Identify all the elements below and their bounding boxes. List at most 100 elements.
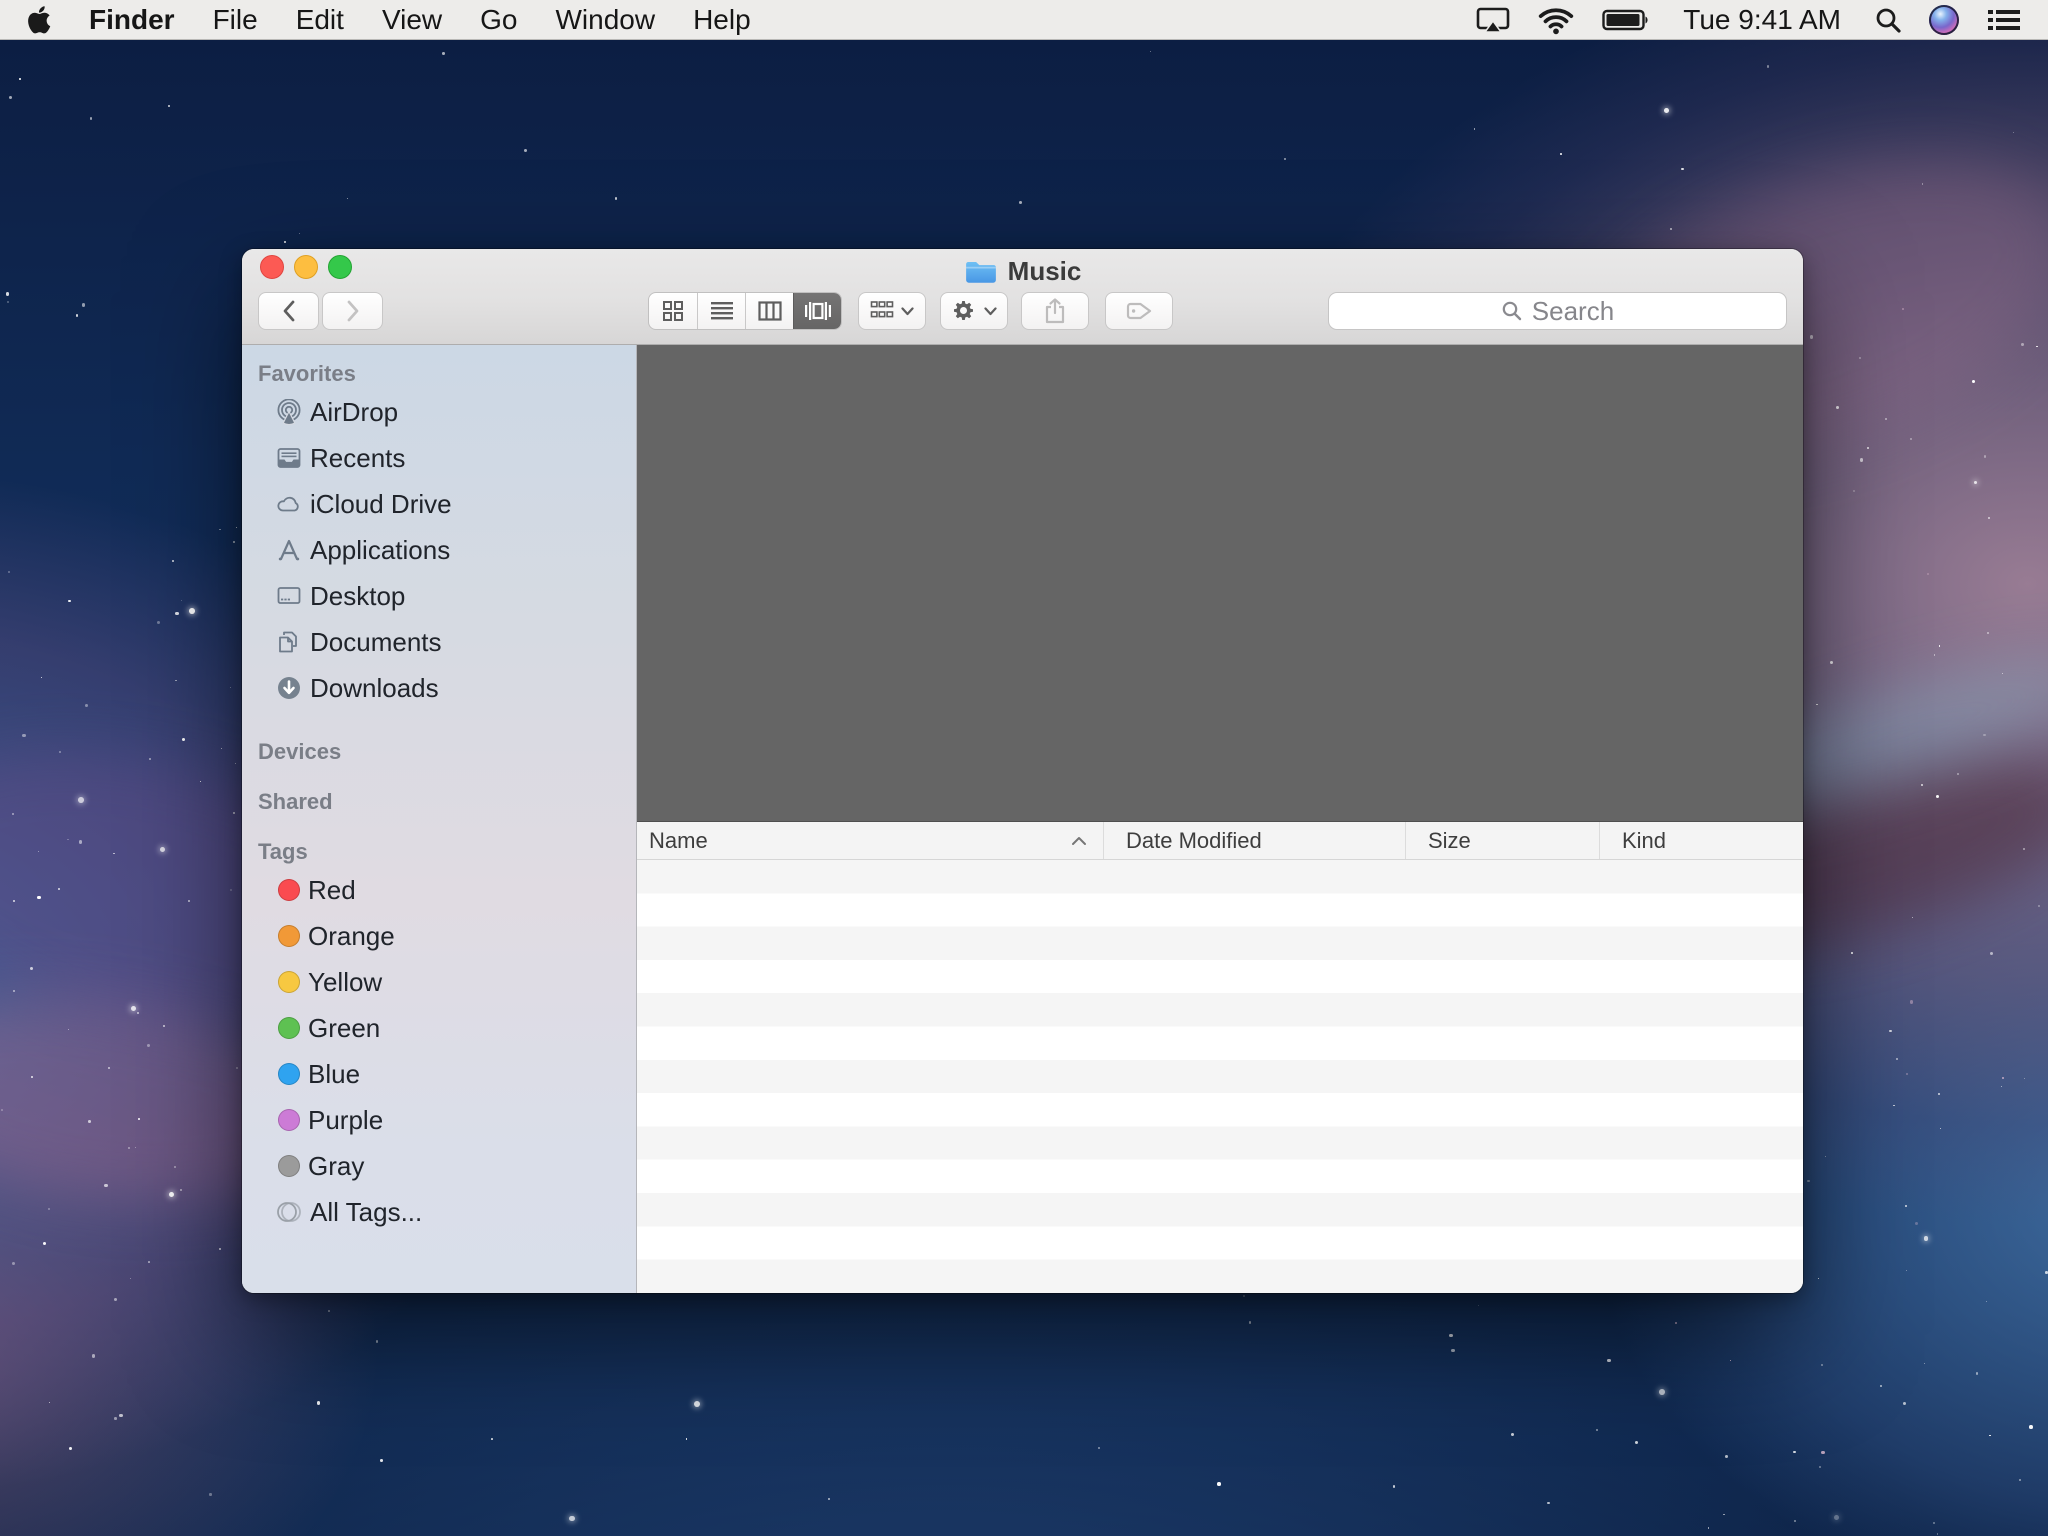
menu-item-edit[interactable]: Edit bbox=[277, 0, 363, 39]
gear-icon bbox=[952, 299, 976, 323]
column-label: Name bbox=[649, 828, 708, 854]
sidebar-item-label: Desktop bbox=[310, 581, 405, 612]
window-title-area: Music bbox=[242, 253, 1803, 289]
tag-label: Orange bbox=[308, 921, 395, 952]
grid-view-icon bbox=[662, 300, 684, 322]
downloads-icon bbox=[276, 675, 302, 701]
chevron-left-icon bbox=[282, 300, 296, 322]
sidebar-section-devices: Devices bbox=[242, 737, 636, 767]
tag-dot-yellow bbox=[278, 971, 300, 993]
coverflow-pane bbox=[637, 345, 1803, 822]
sidebar-item-icloud-drive[interactable]: iCloud Drive bbox=[242, 481, 636, 527]
tag-dot-green bbox=[278, 1017, 300, 1039]
menu-item-view[interactable]: View bbox=[363, 0, 461, 39]
sidebar-item-tag-blue[interactable]: Blue bbox=[242, 1051, 636, 1097]
tag-dot-orange bbox=[278, 925, 300, 947]
tag-dot-blue bbox=[278, 1063, 300, 1085]
sidebar-item-tag-yellow[interactable]: Yellow bbox=[242, 959, 636, 1005]
tag-label: Red bbox=[308, 875, 356, 906]
sidebar-item-label: Downloads bbox=[310, 673, 439, 704]
apple-icon bbox=[26, 5, 52, 35]
tag-dot-gray bbox=[278, 1155, 300, 1177]
siri-orb bbox=[1929, 5, 1959, 35]
notification-center-icon[interactable] bbox=[1986, 0, 2022, 39]
toolbar: Search bbox=[258, 292, 1787, 330]
sidebar: Favorites AirDrop bbox=[242, 345, 637, 1293]
view-icon-button[interactable] bbox=[649, 293, 697, 329]
menu-item-finder[interactable]: Finder bbox=[70, 0, 194, 39]
sidebar-item-airdrop[interactable]: AirDrop bbox=[242, 389, 636, 435]
applications-icon bbox=[276, 537, 302, 563]
menu-bar: Finder File Edit View Go Window Help bbox=[0, 0, 2048, 40]
tag-label: Purple bbox=[308, 1105, 383, 1136]
column-header-date-modified[interactable]: Date Modified bbox=[1103, 822, 1405, 859]
tag-label: All Tags... bbox=[310, 1197, 422, 1228]
menu-item-help[interactable]: Help bbox=[674, 0, 770, 39]
column-header-size[interactable]: Size bbox=[1405, 822, 1599, 859]
column-label: Date Modified bbox=[1126, 828, 1262, 854]
sidebar-item-tag-red[interactable]: Red bbox=[242, 867, 636, 913]
sidebar-section-shared: Shared bbox=[242, 787, 636, 817]
sidebar-item-desktop[interactable]: Desktop bbox=[242, 573, 636, 619]
sidebar-item-tag-gray[interactable]: Gray bbox=[242, 1143, 636, 1189]
airplay-display-icon[interactable] bbox=[1476, 0, 1510, 39]
search-placeholder: Search bbox=[1532, 296, 1614, 327]
sidebar-section-favorites: Favorites bbox=[242, 359, 636, 389]
view-columns-button[interactable] bbox=[745, 293, 793, 329]
menubar-clock[interactable]: Tue 9:41 AM bbox=[1677, 4, 1847, 36]
sidebar-item-tag-orange[interactable]: Orange bbox=[242, 913, 636, 959]
forward-button[interactable] bbox=[322, 292, 383, 330]
sidebar-item-downloads[interactable]: Downloads bbox=[242, 665, 636, 711]
list-header: Name Date Modified Size Kind bbox=[637, 822, 1803, 860]
tag-button[interactable] bbox=[1105, 292, 1173, 330]
battery-icon[interactable] bbox=[1602, 0, 1650, 39]
main-content: Name Date Modified Size Kind bbox=[637, 345, 1803, 1293]
tag-dot-red bbox=[278, 879, 300, 901]
wifi-icon[interactable] bbox=[1537, 0, 1575, 39]
finder-window: Music bbox=[242, 249, 1803, 1293]
sidebar-item-label: iCloud Drive bbox=[310, 489, 452, 520]
menu-bar-left: Finder File Edit View Go Window Help bbox=[0, 0, 770, 39]
airdrop-icon bbox=[276, 399, 302, 425]
search-input[interactable]: Search bbox=[1328, 292, 1787, 330]
column-header-name[interactable]: Name bbox=[637, 822, 1103, 859]
sidebar-item-documents[interactable]: Documents bbox=[242, 619, 636, 665]
back-button[interactable] bbox=[258, 292, 319, 330]
column-header-kind[interactable]: Kind bbox=[1599, 822, 1803, 859]
view-segmented-control bbox=[648, 292, 842, 330]
view-coverflow-button[interactable] bbox=[793, 293, 841, 329]
siri-icon[interactable] bbox=[1929, 0, 1959, 39]
menu-item-window[interactable]: Window bbox=[536, 0, 674, 39]
search-icon bbox=[1501, 300, 1523, 322]
sidebar-item-label: Documents bbox=[310, 627, 442, 658]
sort-ascending-icon bbox=[1071, 836, 1087, 846]
list-view-icon bbox=[710, 300, 734, 322]
sidebar-item-tag-green[interactable]: Green bbox=[242, 1005, 636, 1051]
column-label: Size bbox=[1428, 828, 1471, 854]
menu-item-file[interactable]: File bbox=[194, 0, 277, 39]
spotlight-icon[interactable] bbox=[1874, 0, 1902, 39]
icloud-icon bbox=[276, 491, 302, 517]
sidebar-item-label: AirDrop bbox=[310, 397, 398, 428]
group-icon bbox=[870, 300, 894, 322]
sidebar-item-all-tags[interactable]: All Tags... bbox=[242, 1189, 636, 1235]
list-rows bbox=[637, 860, 1803, 1293]
sidebar-item-label: Applications bbox=[310, 535, 450, 566]
window-title: Music bbox=[1008, 256, 1082, 287]
menu-bar-status: Tue 9:41 AM bbox=[1476, 0, 2048, 39]
group-button[interactable] bbox=[858, 292, 926, 330]
menu-item-go[interactable]: Go bbox=[461, 0, 536, 39]
apple-menu[interactable] bbox=[8, 0, 70, 39]
desktop-icon bbox=[276, 583, 302, 609]
sidebar-item-tag-purple[interactable]: Purple bbox=[242, 1097, 636, 1143]
action-button[interactable] bbox=[940, 292, 1008, 330]
tag-label: Yellow bbox=[308, 967, 382, 998]
share-button[interactable] bbox=[1021, 292, 1089, 330]
folder-icon bbox=[964, 257, 998, 285]
sidebar-item-recents[interactable]: Recents bbox=[242, 435, 636, 481]
sidebar-item-applications[interactable]: Applications bbox=[242, 527, 636, 573]
view-list-button[interactable] bbox=[697, 293, 745, 329]
column-label: Kind bbox=[1622, 828, 1666, 854]
tag-label: Gray bbox=[308, 1151, 364, 1182]
chevron-right-icon bbox=[346, 300, 360, 322]
